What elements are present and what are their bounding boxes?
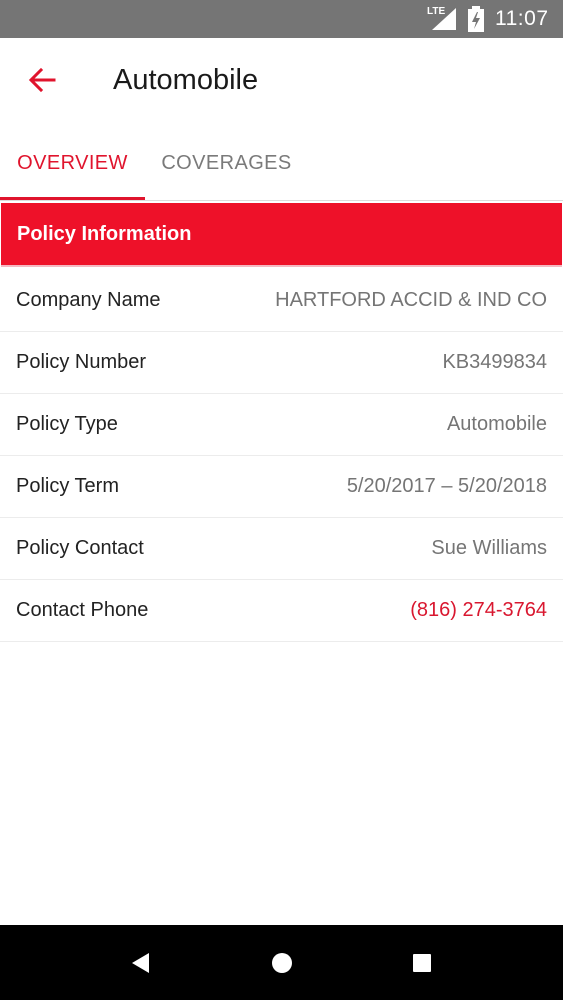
row-label: Policy Type [16,413,118,435]
row-label: Company Name [16,289,161,311]
row-policy-type: Policy Type Automobile [0,394,563,456]
row-value: 5/20/2017 – 5/20/2018 [346,475,547,497]
row-label: Policy Contact [16,537,144,559]
row-label: Contact Phone [16,599,149,621]
signal-icon [432,8,456,30]
policy-info-list: Company Name HARTFORD ACCID & IND CO Pol… [0,270,563,642]
row-value: Sue Williams [431,537,547,559]
row-policy-number: Policy Number KB3499834 [0,332,563,394]
system-nav-bar [0,925,563,1000]
nav-recent-apps-icon[interactable] [408,949,436,977]
tab-coverages[interactable]: COVERAGES [145,126,308,200]
row-value: Automobile [446,413,547,435]
page-title: Automobile [113,64,259,96]
section-title: Policy Information [17,223,192,245]
row-company-name: Company Name HARTFORD ACCID & IND CO [0,270,563,332]
row-value: HARTFORD ACCID & IND CO [275,289,547,311]
battery-charging-icon [468,6,484,32]
row-policy-contact: Policy Contact Sue Williams [0,518,563,580]
app-bar: Automobile [0,38,563,126]
screen: LTE 11:07 Automobile OVERVIEW COVERAGES … [0,0,563,1000]
status-time: 11:07 [495,7,549,30]
contact-phone-link[interactable]: (816) 274-3764 [410,599,547,622]
section-header: Policy Information [1,203,562,267]
row-contact-phone[interactable]: Contact Phone (816) 274-3764 [0,580,563,642]
row-label: Policy Number [16,351,147,373]
arrow-back-icon[interactable] [26,64,58,96]
nav-back-icon[interactable] [127,949,155,977]
status-bar: LTE 11:07 [0,0,563,38]
nav-home-icon[interactable] [268,949,296,977]
row-value: KB3499834 [442,351,547,373]
row-policy-term: Policy Term 5/20/2017 – 5/20/2018 [0,456,563,518]
row-label: Policy Term [16,475,119,497]
tab-bar: OVERVIEW COVERAGES [0,126,563,201]
tab-overview[interactable]: OVERVIEW [0,126,145,200]
